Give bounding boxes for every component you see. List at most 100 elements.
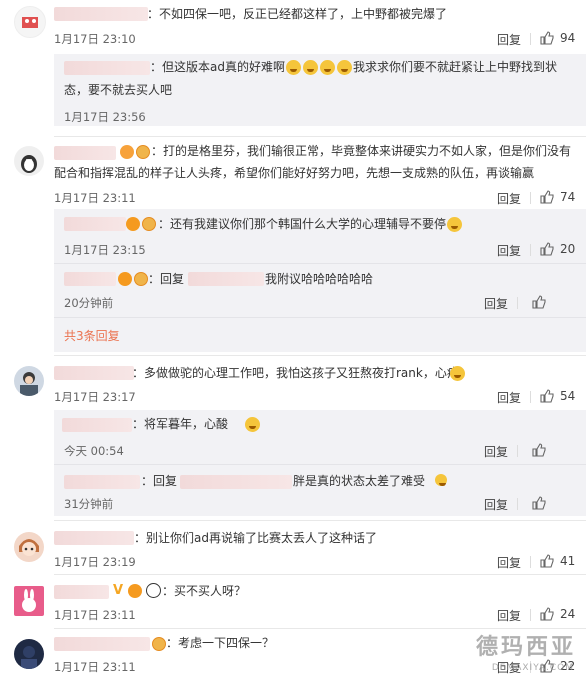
- reply-button[interactable]: 回复: [484, 443, 508, 460]
- avatar-image: [19, 539, 39, 556]
- fan-badge-icon: [134, 272, 148, 286]
- thumbs-up-icon[interactable]: [540, 607, 554, 621]
- reply-button[interactable]: 回复: [497, 389, 521, 406]
- avatar[interactable]: [14, 586, 44, 616]
- divider: [517, 445, 518, 457]
- comment-text: ：考虑一下四保一？: [166, 636, 275, 650]
- reply-button[interactable]: 回复: [484, 496, 508, 513]
- smile-emoji-icon: [435, 474, 447, 486]
- avatar-image: [22, 589, 36, 612]
- comment-text-line2: 配合和指挥混乱的样子让人头疼，希望你们能好好努力吧，先想一支成熟的队伍，再谈输赢: [54, 166, 535, 180]
- watermark-url: DEMAXIYA.COM: [491, 663, 574, 673]
- reply-button[interactable]: 回复: [497, 31, 521, 48]
- divider: [530, 244, 531, 256]
- avatar-image: [21, 646, 37, 669]
- crying-emoji-icon: [285, 60, 301, 75]
- reply-box: ：将军暮年，心酸 今天 00:54 回复 ：回复 胖是真的状态太差了难受 31分…: [54, 410, 586, 516]
- crying-emoji-icon: [450, 366, 465, 381]
- username[interactable]: [64, 272, 116, 286]
- watermark-logo: 德玛西亚: [475, 635, 576, 660]
- reply-text-prefix: ：回复: [148, 272, 185, 286]
- like-count: 24: [560, 607, 576, 621]
- username[interactable]: [54, 637, 150, 651]
- reply-text: ：将军暮年，心酸: [132, 417, 229, 431]
- divider: [54, 355, 586, 356]
- username[interactable]: [64, 61, 150, 75]
- fan-badge-icon: [136, 145, 150, 159]
- reply-time: 1月17日 23:56: [64, 110, 146, 124]
- divider: [54, 317, 586, 318]
- divider: [517, 297, 518, 309]
- reply-text-part: ：还有我建议你们那个韩国什么大学的心理辅导不要停: [158, 217, 447, 231]
- like-count: 74: [560, 190, 576, 204]
- username[interactable]: [54, 7, 148, 21]
- fan-badge-icon: [142, 217, 156, 231]
- divider: [54, 464, 586, 465]
- member-badge-icon: [128, 584, 142, 598]
- divider: [530, 556, 531, 568]
- panda-badge-icon: [146, 583, 161, 598]
- divider: [517, 498, 518, 510]
- reply-time: 1月17日 23:15: [64, 243, 146, 257]
- thumbs-up-icon[interactable]: [532, 295, 546, 309]
- reply-time: 今天 00:54: [64, 444, 124, 458]
- username[interactable]: [64, 475, 140, 489]
- comment-time: 1月17日 23:19: [54, 555, 136, 569]
- avatar[interactable]: [14, 146, 44, 176]
- reply-button[interactable]: 回复: [497, 607, 521, 624]
- avatar[interactable]: [14, 6, 46, 38]
- like-count: 54: [560, 389, 576, 403]
- reply-button[interactable]: 回复: [484, 295, 508, 312]
- reply-button[interactable]: 回复: [497, 554, 521, 571]
- mention-username[interactable]: [180, 475, 292, 489]
- reply-time: 31分钟前: [64, 497, 114, 511]
- thumbs-up-icon[interactable]: [540, 190, 554, 204]
- username[interactable]: [54, 585, 109, 599]
- avatar[interactable]: [14, 532, 44, 562]
- reply-time: 20分钟前: [64, 296, 114, 310]
- reply-text-line2: 态，要不就去买人吧: [64, 83, 173, 97]
- comment-text: ：打的是格里芬，我们输很正常，毕竟整体来讲硬实力不如人家，但是你们没有: [151, 144, 572, 158]
- reply-text-prefix: ：回复: [141, 474, 178, 488]
- crying-emoji-icon: [302, 60, 318, 75]
- mention-username[interactable]: [188, 272, 264, 286]
- divider: [530, 192, 531, 204]
- username[interactable]: [54, 146, 116, 160]
- divider: [530, 609, 531, 621]
- thumbs-up-icon[interactable]: [540, 31, 554, 45]
- thumbs-up-icon[interactable]: [540, 242, 554, 256]
- more-replies-link[interactable]: 共3条回复: [64, 327, 120, 344]
- fan-badge-icon: [152, 637, 166, 651]
- reply-text-part: ：但这版本ad真的好难啊: [150, 60, 285, 74]
- reply-box: ：还有我建议你们那个韩国什么大学的心理辅导不要停 1月17日 23:15 回复 …: [54, 209, 586, 352]
- comment-4: ：别让你们ad再说输了比赛太丢人了这种话了 1月17日 23:19 回复 41: [0, 524, 586, 574]
- divider: [530, 33, 531, 45]
- comment-text: ：买不买人呀？: [162, 584, 247, 598]
- reply-button[interactable]: 回复: [497, 190, 521, 207]
- avatar-image: [21, 155, 37, 173]
- username[interactable]: [62, 418, 132, 432]
- thumbs-up-icon[interactable]: [540, 389, 554, 403]
- crying-emoji-icon: [336, 60, 352, 75]
- reply-text: 我附议哈哈哈哈哈哈: [265, 272, 374, 286]
- thumbs-up-icon[interactable]: [532, 443, 546, 457]
- like-count: 41: [560, 554, 576, 568]
- avatar[interactable]: [14, 639, 44, 669]
- vip-badge-icon: V: [112, 583, 124, 598]
- comment-time: 1月17日 23:17: [54, 390, 136, 404]
- username[interactable]: [64, 217, 126, 231]
- comment-text: ：别让你们ad再说输了比赛太丢人了这种话了: [134, 531, 377, 545]
- username[interactable]: [54, 366, 134, 380]
- username[interactable]: [54, 531, 134, 545]
- like-count: 20: [560, 242, 576, 256]
- thumbs-up-icon[interactable]: [540, 554, 554, 568]
- avatar[interactable]: [14, 366, 44, 396]
- reply-text: ：但这版本ad真的好难啊 我求求你们要不就赶紧让上中野找到状: [150, 57, 557, 77]
- like-count: 94: [560, 31, 576, 45]
- divider: [54, 263, 586, 264]
- thumbs-up-icon[interactable]: [532, 496, 546, 510]
- member-badge-icon: [120, 145, 134, 159]
- reply-button[interactable]: 回复: [497, 242, 521, 259]
- avatar-image: [20, 372, 38, 396]
- divider: [530, 391, 531, 403]
